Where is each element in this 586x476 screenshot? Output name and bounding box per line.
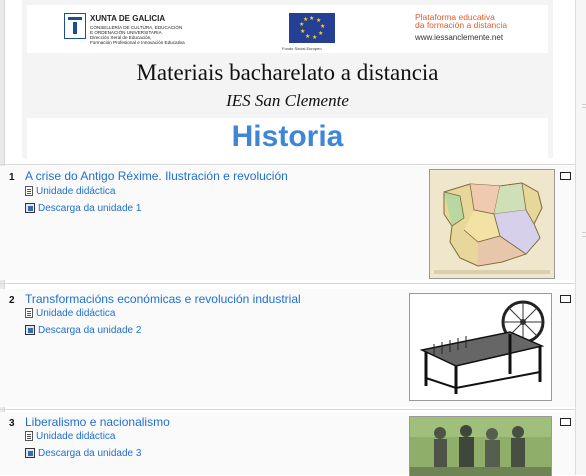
- resource-unidade-didactica-link[interactable]: Unidade didáctica: [25, 186, 116, 197]
- divider: [0, 283, 575, 284]
- banner-title: Materiais bacharelato a distancia: [136, 60, 439, 85]
- map-of-spain-image: [429, 169, 555, 279]
- section-number: 3: [9, 418, 15, 429]
- course-header-banner: XUNTA DE GALICIA CONSELLERÍA DE CULTURA,…: [22, 0, 553, 158]
- course-section-2: 2 Transformacións económicas e revolució…: [0, 289, 575, 407]
- section-number: 1: [9, 172, 15, 183]
- completion-checkbox[interactable]: [560, 172, 571, 180]
- section-title-link[interactable]: Transformacións económicas e revolución …: [25, 292, 301, 306]
- document-icon: [25, 186, 33, 197]
- eu-flag-icon: ★ ★ ★ ★ ★ ★ ★ ★ ★: [289, 13, 335, 43]
- course-page: XUNTA DE GALICIA CONSELLERÍA DE CULTURA,…: [0, 0, 586, 476]
- download-icon: [25, 325, 35, 336]
- platform-title: Plataforma educativa da formación a dist…: [415, 12, 508, 30]
- resource-unidade-didactica-link[interactable]: Unidade didáctica: [25, 308, 116, 319]
- completion-checkbox[interactable]: [560, 418, 571, 426]
- xunta-subtitle: CONSELLERÍA DE CULTURA, EDUCACIÓN E ORDE…: [90, 25, 185, 45]
- spinning-machine-image: [409, 293, 552, 401]
- download-icon: [25, 203, 35, 214]
- download-icon: [25, 448, 35, 459]
- course-section-1: 1 A crise do Antigo Réxime. Ilustración …: [0, 166, 575, 280]
- resource-download-link[interactable]: Descarga da unidade 3: [25, 448, 141, 459]
- divider: [0, 164, 575, 165]
- resource-download-link[interactable]: Descarga da unidade 1: [25, 203, 141, 214]
- eu-caption: Fondo Social Europeo: [282, 46, 322, 51]
- section-number: 2: [9, 295, 15, 306]
- subject-title: Historia: [231, 120, 344, 153]
- course-section-3: 3 Liberalismo e nacionalismo Unidade did…: [0, 412, 575, 476]
- statue-group-image: [409, 416, 552, 476]
- xunta-emblem-icon: [64, 13, 86, 39]
- section-title-link[interactable]: Liberalismo e nacionalismo: [25, 415, 170, 429]
- right-scroll-edge[interactable]: [575, 0, 586, 475]
- section-title-link[interactable]: A crise do Antigo Réxime. Ilustración e …: [25, 169, 288, 183]
- completion-checkbox[interactable]: [560, 295, 571, 303]
- subject-band: Historia: [27, 118, 548, 158]
- resource-unidade-didactica-link[interactable]: Unidade didáctica: [25, 431, 116, 442]
- divider: [0, 409, 575, 410]
- xunta-title: XUNTA DE GALICIA: [90, 14, 166, 23]
- logo-strip: XUNTA DE GALICIA CONSELLERÍA DE CULTURA,…: [27, 5, 548, 53]
- school-name: IES San Clemente: [226, 91, 349, 110]
- document-icon: [25, 431, 33, 442]
- document-icon: [25, 308, 33, 319]
- platform-url: www.iessanclemente.net: [415, 33, 504, 42]
- resource-download-link[interactable]: Descarga da unidade 2: [25, 325, 141, 336]
